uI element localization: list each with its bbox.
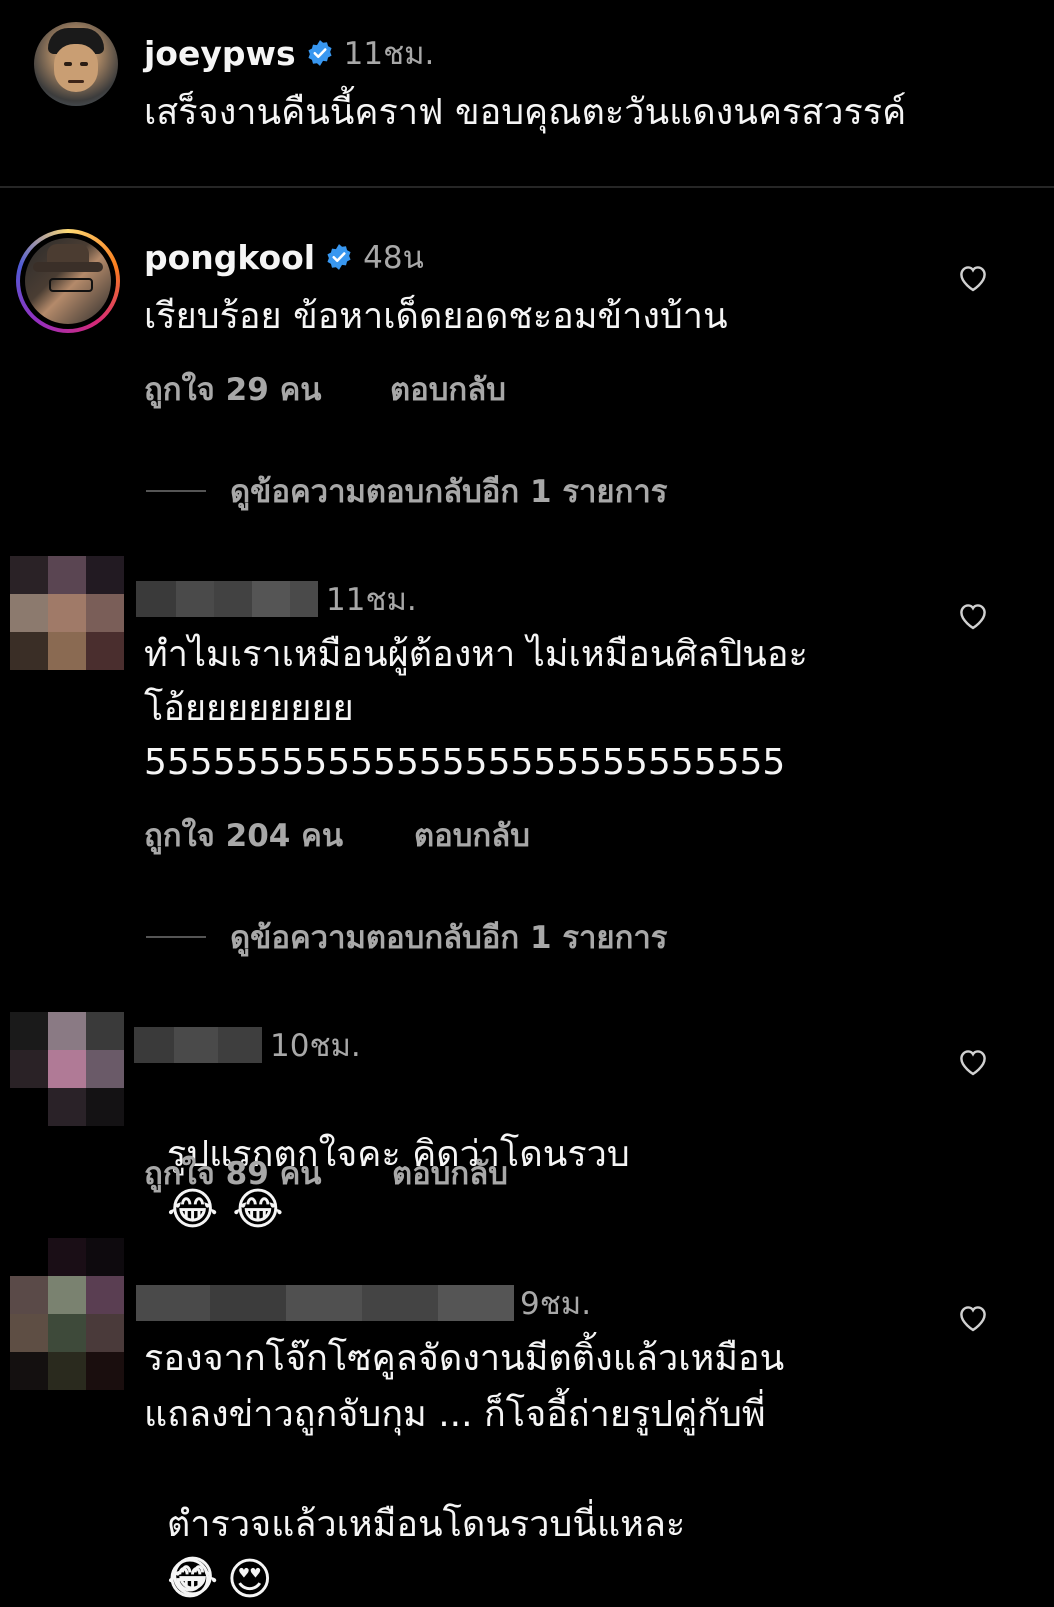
- comment-emoji-line: 😂: [144, 1496, 218, 1605]
- thread-line: [146, 490, 206, 492]
- comment-avatar-blurred[interactable]: [10, 1238, 124, 1390]
- like-count[interactable]: ถูกใจ 89 คน: [144, 1148, 322, 1198]
- laughing-emoji: 😂: [166, 1552, 219, 1603]
- comment-time: 11ชม.: [326, 582, 417, 618]
- reply-button[interactable]: ตอบกลับ: [392, 1148, 508, 1198]
- avatar-mouth: [68, 80, 84, 83]
- comment-header: pongkool 48น: [144, 232, 424, 282]
- comment-avatar-blurred[interactable]: [10, 556, 124, 670]
- heart-outline-icon[interactable]: [956, 262, 990, 292]
- caption-avatar[interactable]: [34, 22, 118, 106]
- view-replies-label: ดูข้อความตอบกลับอีก 1 รายการ: [230, 920, 668, 956]
- caption-time: 11ชม.: [343, 36, 435, 72]
- heart-outline-icon[interactable]: [956, 1046, 990, 1076]
- avatar-face: [54, 44, 98, 92]
- avatar-eye: [80, 62, 88, 66]
- caption-header: joeypws 11ชม.: [144, 28, 434, 78]
- like-count[interactable]: ถูกใจ 29 คน: [144, 364, 322, 414]
- blurred-username[interactable]: [134, 1027, 262, 1063]
- comment-avatar-blurred[interactable]: [10, 1012, 124, 1126]
- caption-text: เสร็จงานคืนนี้คราฟ ขอบคุณตะวันแดงนครสวรร…: [144, 92, 907, 133]
- view-replies[interactable]: ดูข้อความตอบกลับอีก 1 รายการ: [146, 466, 667, 516]
- comment-header: 9ชม.: [136, 1278, 591, 1328]
- comment-text-body: ตำรวจแล้วเหมือนโดนรวบนี่แหละ: [166, 1504, 686, 1545]
- avatar-eye: [64, 62, 72, 66]
- comment-text-line: ทำไมเราเหมือนผู้ต้องหา ไม่เหมือนศิลปินอะ: [144, 634, 808, 675]
- view-replies-label: ดูข้อความตอบกลับอีก 1 รายการ: [230, 474, 668, 510]
- comment-text-line: รองจากโจ๊กโซคูลจัดงานมีตติ้งแล้วเหมือน: [144, 1338, 785, 1379]
- comment-avatar: [25, 238, 111, 324]
- divider: [0, 186, 1054, 188]
- heart-outline-icon[interactable]: [956, 600, 990, 630]
- verified-badge-icon: [308, 40, 332, 66]
- comment-text-line-with-emoji: ตำรวจแล้วเหมือนโดนรวบนี่แหละ 😄 😍: [144, 1444, 685, 1607]
- comment-username[interactable]: pongkool: [144, 238, 315, 277]
- blurred-username[interactable]: [136, 1285, 514, 1321]
- avatar-glasses: [49, 278, 93, 292]
- comment-time: 9ชม.: [520, 1286, 592, 1322]
- caption-username[interactable]: joeypws: [144, 34, 296, 73]
- comment-text-line: โอ้ยยยยยยยย: [144, 688, 354, 729]
- reply-button[interactable]: ตอบกลับ: [414, 810, 530, 860]
- thread-line: [146, 936, 206, 938]
- like-count[interactable]: ถูกใจ 204 คน: [144, 810, 343, 860]
- comment-text-line: 5555555555555555555555555555: [144, 742, 786, 783]
- reply-button[interactable]: ตอบกลับ: [390, 364, 506, 414]
- heart-outline-icon[interactable]: [956, 1302, 990, 1332]
- comment-header: 11ชม.: [136, 574, 417, 624]
- comment-text: เรียบร้อย ข้อหาเด็ดยอดชะอมข้างบ้าน: [144, 296, 728, 337]
- comment-header: 10ชม.: [134, 1020, 361, 1070]
- verified-badge-icon: [327, 244, 351, 270]
- comment-text-line: แถลงข่าวถูกจับกุม ... ก็โจอี้ถ่ายรูปคู่ก…: [144, 1394, 766, 1435]
- blurred-username[interactable]: [136, 581, 318, 617]
- comment-time: 48น: [363, 240, 424, 276]
- comment-time: 10ชม.: [270, 1028, 361, 1064]
- view-replies[interactable]: ดูข้อความตอบกลับอีก 1 รายการ: [146, 912, 667, 962]
- comment-avatar-story-ring[interactable]: [16, 229, 120, 333]
- avatar-hat-brim: [33, 262, 103, 272]
